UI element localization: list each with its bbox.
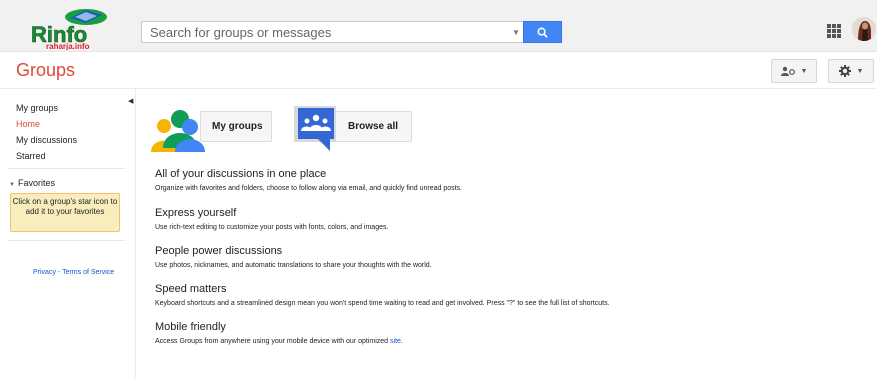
- people-icon[interactable]: [151, 106, 211, 152]
- feature-title: Mobile friendly: [155, 321, 226, 333]
- search-icon: [537, 27, 548, 38]
- svg-text:raharja.info: raharja.info: [46, 42, 90, 50]
- terms-link[interactable]: Terms of Service: [62, 269, 114, 276]
- feature-title: All of your discussions in one place: [155, 168, 327, 180]
- avatar[interactable]: [852, 17, 876, 41]
- my-groups-label: My groups: [212, 121, 263, 132]
- favorites-label: Favorites: [17, 178, 55, 188]
- rinfo-logo[interactable]: Rinfo raharja.info: [28, 6, 128, 50]
- feature-block: All of your discussions in one place Org…: [155, 168, 462, 193]
- feature-title: Speed matters: [155, 283, 227, 295]
- chevron-down-icon: ▼: [800, 67, 808, 75]
- favorites-toggle[interactable]: ▼ Favorites: [9, 178, 55, 188]
- sidebar-nav: My groups Home My discussions Starred: [16, 100, 77, 164]
- chevron-down-icon: ▼: [856, 67, 864, 75]
- feature-desc: Access Groups from anywhere using your m…: [155, 337, 403, 346]
- feature-block: People power discussions Use photos, nic…: [155, 245, 432, 270]
- browse-all-button[interactable]: Browse all: [334, 111, 412, 142]
- site-link[interactable]: site: [390, 338, 401, 345]
- top-bar: Rinfo raharja.info ▼: [0, 0, 877, 52]
- member-options-button[interactable]: ▼: [771, 59, 817, 83]
- footer-links: Privacy - Terms of Service: [33, 269, 114, 276]
- avatar-photo: [852, 17, 876, 41]
- feature-block: Express yourself Use rich-text editing t…: [155, 207, 388, 232]
- feature-desc: Organize with favorites and folders, cho…: [155, 185, 463, 192]
- browse-groups-icon[interactable]: [292, 104, 338, 154]
- collapse-sidebar-icon[interactable]: ◀: [128, 97, 133, 105]
- feature-desc-tail: .: [400, 338, 403, 345]
- feature-desc: Keyboard shortcuts and a streamlined des…: [155, 300, 610, 307]
- search-options-chevron-icon[interactable]: ▼: [509, 28, 523, 37]
- person-settings-icon: [780, 66, 795, 76]
- feature-title: People power discussions: [155, 245, 283, 257]
- feature-block: Speed matters Keyboard shortcuts and a s…: [155, 283, 610, 308]
- search-box: ▼: [141, 21, 562, 43]
- sidebar-item-home[interactable]: Home: [16, 116, 77, 132]
- feature-desc: Use photos, nicknames, and automatic tra…: [155, 262, 432, 269]
- sidebar-divider: [8, 168, 125, 169]
- apps-grid-icon[interactable]: [827, 24, 841, 38]
- feature-block: Mobile friendly Access Groups from anywh…: [155, 321, 403, 346]
- settings-button[interactable]: ▼: [828, 59, 874, 83]
- sidebar-item-starred[interactable]: Starred: [16, 148, 77, 164]
- gear-icon: [838, 65, 851, 77]
- feature-desc-text: Access Groups from anywhere using your m…: [155, 338, 389, 345]
- favorites-hint: Click on a group's star icon to add it t…: [10, 193, 120, 232]
- sidebar-divider: [8, 240, 125, 241]
- page-title[interactable]: Groups: [16, 60, 75, 81]
- search-button[interactable]: [523, 21, 562, 43]
- sidebar-item-my-groups[interactable]: My groups: [16, 100, 77, 116]
- privacy-link[interactable]: Privacy: [33, 269, 56, 276]
- feature-desc: Use rich-text editing to customize your …: [155, 224, 389, 231]
- search-input[interactable]: [142, 22, 509, 42]
- browse-all-label: Browse all: [348, 121, 399, 132]
- sidebar: ◀ My groups Home My discussions Starred …: [0, 89, 136, 378]
- triangle-down-icon: ▼: [9, 182, 15, 188]
- sidebar-item-my-discussions[interactable]: My discussions: [16, 132, 77, 148]
- feature-title: Express yourself: [155, 207, 237, 219]
